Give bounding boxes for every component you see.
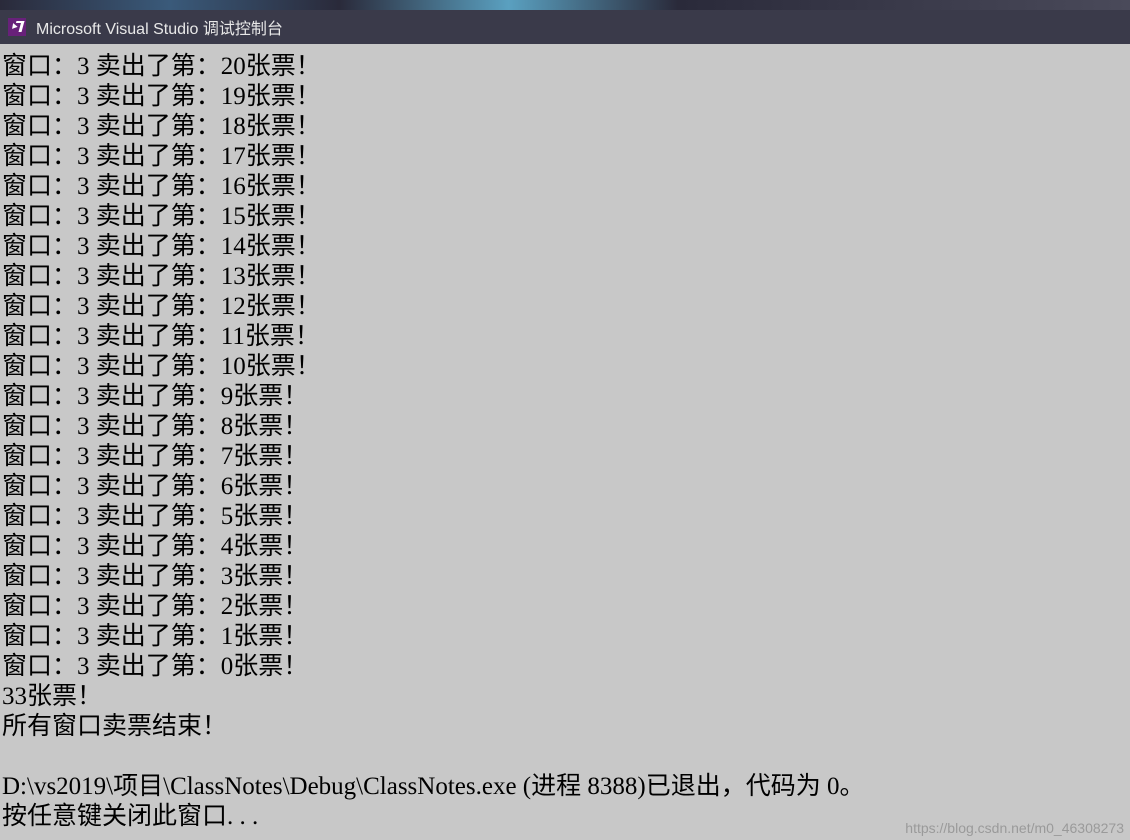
console-line-ticket: 窗口：3 卖出了第：8张票！ <box>2 412 1128 442</box>
console-line-exit: D:\vs2019\项目\ClassNotes\Debug\ClassNotes… <box>2 772 1128 802</box>
console-line-ticket: 窗口：3 卖出了第：6张票！ <box>2 472 1128 502</box>
console-line-ticket: 窗口：3 卖出了第：15张票！ <box>2 202 1128 232</box>
window-top-strip <box>0 0 1130 10</box>
console-line-ticket: 窗口：3 卖出了第：16张票！ <box>2 172 1128 202</box>
console-line-ticket: 窗口：3 卖出了第：9张票！ <box>2 382 1128 412</box>
console-output: 窗口：3 卖出了第：20张票！窗口：3 卖出了第：19张票！窗口：3 卖出了第：… <box>0 44 1130 840</box>
ticket-lines-container: 窗口：3 卖出了第：20张票！窗口：3 卖出了第：19张票！窗口：3 卖出了第：… <box>2 52 1128 682</box>
window-title: Microsoft Visual Studio 调试控制台 <box>36 15 283 39</box>
console-line-ticket: 窗口：3 卖出了第：2张票！ <box>2 592 1128 622</box>
console-line-ticket: 窗口：3 卖出了第：0张票！ <box>2 652 1128 682</box>
console-line-ticket: 窗口：3 卖出了第：3张票！ <box>2 562 1128 592</box>
visual-studio-icon <box>8 18 26 36</box>
console-line-ticket: 窗口：3 卖出了第：5张票！ <box>2 502 1128 532</box>
console-line-ticket: 窗口：3 卖出了第：10张票！ <box>2 352 1128 382</box>
console-line-ticket: 窗口：3 卖出了第：14张票！ <box>2 232 1128 262</box>
console-line-ticket: 窗口：3 卖出了第：19张票！ <box>2 82 1128 112</box>
console-line-ticket: 窗口：3 卖出了第：18张票！ <box>2 112 1128 142</box>
console-line-extra: 33张票！ <box>2 682 1128 712</box>
console-line-ticket: 窗口：3 卖出了第：4张票！ <box>2 532 1128 562</box>
console-line-ticket: 窗口：3 卖出了第：13张票！ <box>2 262 1128 292</box>
console-line-ticket: 窗口：3 卖出了第：12张票！ <box>2 292 1128 322</box>
console-line-finish: 所有窗口卖票结束！ <box>2 712 1128 742</box>
blank-line <box>2 742 1128 772</box>
console-line-ticket: 窗口：3 卖出了第：17张票！ <box>2 142 1128 172</box>
console-line-ticket: 窗口：3 卖出了第：11张票！ <box>2 322 1128 352</box>
console-line-ticket: 窗口：3 卖出了第：1张票！ <box>2 622 1128 652</box>
watermark-text: https://blog.csdn.net/m0_46308273 <box>905 820 1124 836</box>
console-line-ticket: 窗口：3 卖出了第：7张票！ <box>2 442 1128 472</box>
console-line-ticket: 窗口：3 卖出了第：20张票！ <box>2 52 1128 82</box>
title-bar[interactable]: Microsoft Visual Studio 调试控制台 <box>0 10 1130 44</box>
